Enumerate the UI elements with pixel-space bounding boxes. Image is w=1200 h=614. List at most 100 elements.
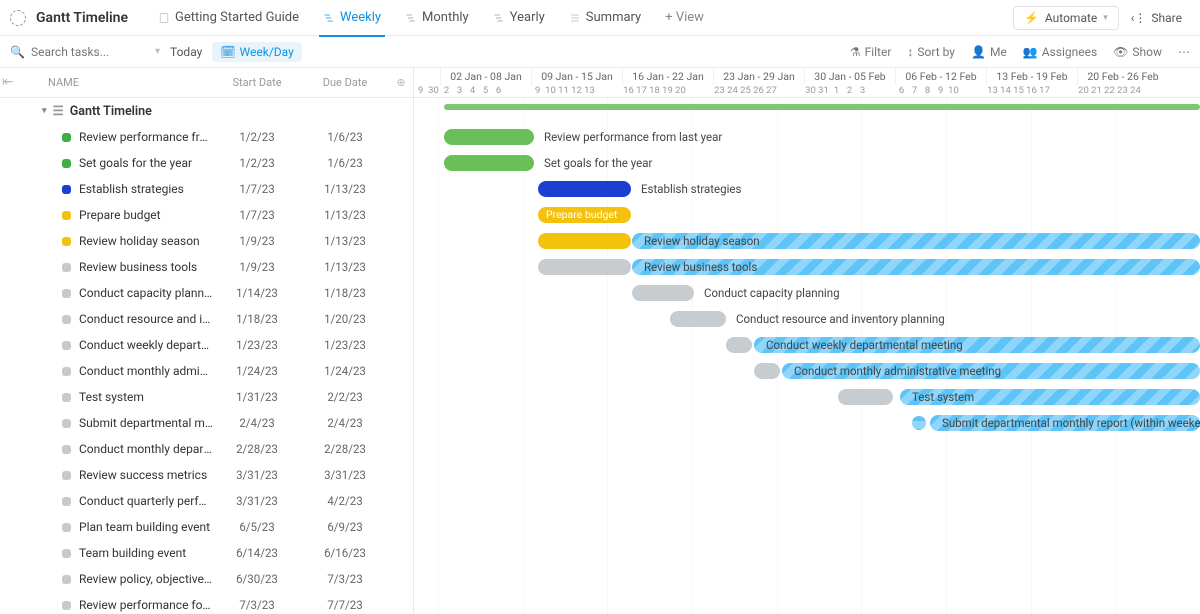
- due-date[interactable]: 1/20/23: [301, 312, 389, 326]
- due-date[interactable]: 2/28/23: [301, 442, 389, 456]
- start-date[interactable]: 1/7/23: [213, 208, 301, 222]
- start-date[interactable]: 1/24/23: [213, 364, 301, 378]
- tab-summary[interactable]: Summary: [559, 0, 651, 36]
- due-date[interactable]: 1/24/23: [301, 364, 389, 378]
- day-header: 17: [1038, 85, 1051, 97]
- search-input[interactable]: [31, 45, 131, 59]
- start-date[interactable]: 1/7/23: [213, 182, 301, 196]
- due-date[interactable]: 6/16/23: [301, 546, 389, 560]
- column-name-header[interactable]: NAME: [0, 76, 213, 89]
- due-date[interactable]: 6/9/23: [301, 520, 389, 534]
- tab-monthly[interactable]: Monthly: [395, 0, 479, 36]
- task-row[interactable]: Prepare budget1/7/231/13/23: [0, 202, 413, 228]
- start-date[interactable]: 2/4/23: [213, 416, 301, 430]
- start-date[interactable]: 1/31/23: [213, 390, 301, 404]
- due-date[interactable]: 3/31/23: [301, 468, 389, 482]
- task-row[interactable]: Review performance for the last 6 ...7/3…: [0, 592, 413, 614]
- task-row[interactable]: Review success metrics3/31/233/31/23: [0, 462, 413, 488]
- gantt-bar[interactable]: [670, 311, 726, 327]
- gantt-bar[interactable]: [726, 337, 752, 353]
- due-date[interactable]: 1/18/23: [301, 286, 389, 300]
- task-row[interactable]: Review policy, objectives, and busi...6/…: [0, 566, 413, 592]
- filter-button[interactable]: ⚗Filter: [850, 45, 892, 59]
- task-row[interactable]: Team building event6/14/236/16/23: [0, 540, 413, 566]
- task-row[interactable]: Review performance from last year1/2/231…: [0, 124, 413, 150]
- task-row[interactable]: Conduct monthly departmental m...2/28/23…: [0, 436, 413, 462]
- caret-icon[interactable]: ▾: [42, 106, 47, 116]
- due-date[interactable]: 1/6/23: [301, 130, 389, 144]
- start-date[interactable]: 1/9/23: [213, 260, 301, 274]
- tab-weekly[interactable]: Weekly: [313, 0, 391, 36]
- start-date[interactable]: 1/2/23: [213, 156, 301, 170]
- search-box[interactable]: 🔍 ▾: [10, 45, 160, 59]
- add-column-button[interactable]: ⊕: [389, 76, 413, 89]
- start-date[interactable]: 7/3/23: [213, 598, 301, 612]
- task-row[interactable]: Establish strategies1/7/231/13/23: [0, 176, 413, 202]
- gantt-bar[interactable]: [444, 155, 534, 171]
- due-date[interactable]: 2/4/23: [301, 416, 389, 430]
- group-title[interactable]: Gantt Timeline: [70, 104, 152, 119]
- task-row[interactable]: Set goals for the year1/2/231/6/23: [0, 150, 413, 176]
- due-date[interactable]: 2/2/23: [301, 390, 389, 404]
- task-row[interactable]: Test system1/31/232/2/23: [0, 384, 413, 410]
- due-date[interactable]: 1/23/23: [301, 338, 389, 352]
- due-date[interactable]: 7/7/23: [301, 598, 389, 612]
- start-date[interactable]: 1/9/23: [213, 234, 301, 248]
- add-view-button[interactable]: + View: [655, 0, 714, 36]
- day-header: 10: [544, 85, 557, 97]
- automate-button[interactable]: ⚡ Automate ▾: [1013, 6, 1119, 30]
- due-date[interactable]: 1/13/23: [301, 234, 389, 248]
- task-row[interactable]: Conduct capacity planning1/14/231/18/23: [0, 280, 413, 306]
- start-date[interactable]: 1/23/23: [213, 338, 301, 352]
- task-row[interactable]: Conduct weekly departmental me...1/23/23…: [0, 332, 413, 358]
- timescale-chip[interactable]: 🗓 Week/Day: [212, 42, 301, 62]
- due-date[interactable]: 1/13/23: [301, 182, 389, 196]
- start-date[interactable]: 6/30/23: [213, 572, 301, 586]
- gantt-bar[interactable]: [632, 285, 694, 301]
- gantt-bar[interactable]: [444, 129, 534, 145]
- gantt-bar[interactable]: [538, 259, 631, 275]
- gantt-bar[interactable]: [838, 389, 893, 405]
- task-row[interactable]: Conduct monthly administrative m...1/24/…: [0, 358, 413, 384]
- gantt-panel[interactable]: 02 Jan - 08 Jan09 Jan - 15 Jan16 Jan - 2…: [414, 68, 1200, 614]
- due-date[interactable]: 4/2/23: [301, 494, 389, 508]
- task-row[interactable]: Submit departmental monthly re...2/4/232…: [0, 410, 413, 436]
- task-row[interactable]: Conduct resource and inventory pl...1/18…: [0, 306, 413, 332]
- tab-yearly[interactable]: Yearly: [483, 0, 555, 36]
- chevron-down-icon[interactable]: ▾: [155, 46, 160, 57]
- task-row[interactable]: Conduct quarterly performance m...3/31/2…: [0, 488, 413, 514]
- task-row[interactable]: Review business tools1/9/231/13/23: [0, 254, 413, 280]
- me-button[interactable]: 👤Me: [971, 45, 1007, 59]
- start-date[interactable]: 1/18/23: [213, 312, 301, 326]
- start-date[interactable]: 1/2/23: [213, 130, 301, 144]
- start-date[interactable]: 2/28/23: [213, 442, 301, 456]
- gantt-bar[interactable]: [538, 233, 631, 249]
- summary-bar[interactable]: [444, 104, 1200, 110]
- collapse-sidebar-icon[interactable]: ⇤: [2, 74, 14, 90]
- show-button[interactable]: 👁Show: [1113, 45, 1162, 59]
- due-date[interactable]: 1/6/23: [301, 156, 389, 170]
- sort-button[interactable]: ↕Sort by: [907, 45, 955, 59]
- column-due-header[interactable]: Due Date: [301, 76, 389, 89]
- more-button[interactable]: ⋯: [1178, 45, 1190, 59]
- gantt-bar[interactable]: [754, 363, 780, 379]
- start-date[interactable]: 3/31/23: [213, 468, 301, 482]
- start-date[interactable]: 6/14/23: [213, 546, 301, 560]
- share-button[interactable]: ‹⋮ Share: [1123, 7, 1190, 29]
- task-row[interactable]: Review holiday season1/9/231/13/23: [0, 228, 413, 254]
- day-header: 5: [479, 85, 492, 97]
- task-row[interactable]: Plan team building event6/5/236/9/23: [0, 514, 413, 540]
- start-date[interactable]: 6/5/23: [213, 520, 301, 534]
- start-date[interactable]: 3/31/23: [213, 494, 301, 508]
- start-date[interactable]: 1/14/23: [213, 286, 301, 300]
- due-date[interactable]: 1/13/23: [301, 260, 389, 274]
- column-start-header[interactable]: Start Date: [213, 76, 301, 89]
- assignees-button[interactable]: 👥Assignees: [1023, 45, 1097, 59]
- task-name: Review policy, objectives, and busi...: [79, 572, 213, 586]
- due-date[interactable]: 7/3/23: [301, 572, 389, 586]
- due-date[interactable]: 1/13/23: [301, 208, 389, 222]
- today-button[interactable]: Today: [170, 45, 202, 59]
- milestone[interactable]: [909, 413, 929, 433]
- gantt-bar[interactable]: [538, 181, 631, 197]
- tab-getting-started[interactable]: Getting Started Guide: [148, 0, 309, 36]
